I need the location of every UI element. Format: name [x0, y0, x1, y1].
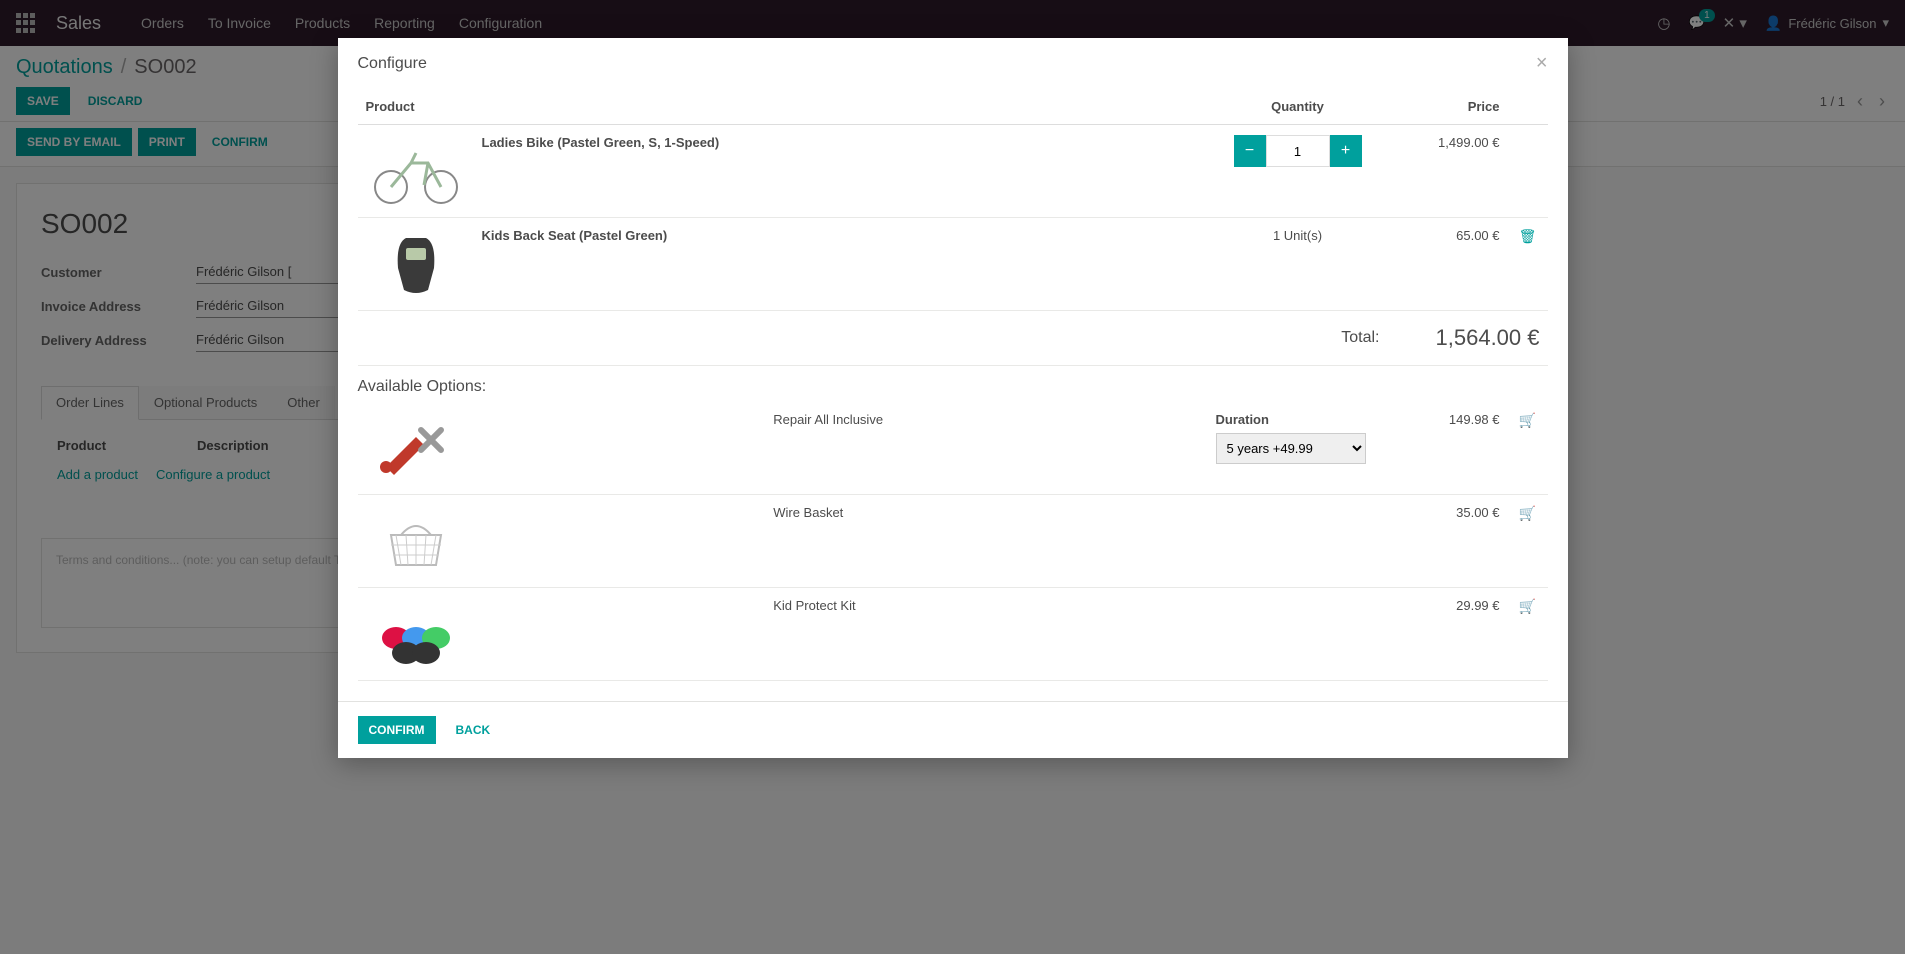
modal-title: Configure — [358, 55, 427, 73]
hdr-quantity: Quantity — [1208, 89, 1388, 125]
helmet-thumbnail — [366, 598, 466, 670]
option-name: Wire Basket — [773, 505, 1199, 520]
total-row: Total: 1,564.00 € — [358, 311, 1548, 366]
quantity-stepper: − + — [1234, 135, 1362, 167]
qty-minus-button[interactable]: − — [1234, 135, 1266, 167]
options-title: Available Options: — [358, 366, 1548, 402]
option-row: Wire Basket 35.00 € 🛒 — [358, 495, 1548, 588]
option-name: Kid Protect Kit — [773, 598, 1199, 613]
line-price: 1,499.00 € — [1388, 125, 1508, 218]
cart-icon[interactable]: 🛒 — [1519, 598, 1536, 614]
option-price: 29.99 € — [1388, 588, 1508, 681]
configure-modal: Configure × Product Quantity Price Ladie… — [338, 38, 1568, 758]
line-row: Kids Back Seat (Pastel Green) 1 Unit(s) … — [358, 218, 1548, 311]
line-price: 65.00 € — [1388, 218, 1508, 311]
cart-icon[interactable]: 🛒 — [1519, 505, 1536, 521]
trash-icon[interactable]: 🗑 — [1519, 228, 1537, 244]
total-label: Total: — [358, 311, 1388, 366]
qty-text: 1 Unit(s) — [1273, 228, 1322, 243]
line-name: Ladies Bike (Pastel Green, S, 1-Speed) — [482, 135, 1200, 150]
qty-plus-button[interactable]: + — [1330, 135, 1362, 167]
cart-icon[interactable]: 🛒 — [1519, 412, 1536, 428]
option-price: 35.00 € — [1388, 495, 1508, 588]
hdr-price: Price — [1388, 89, 1508, 125]
line-row: Ladies Bike (Pastel Green, S, 1-Speed) −… — [358, 125, 1548, 218]
modal-confirm-button[interactable]: CONFIRM — [358, 716, 436, 744]
bike-thumbnail — [366, 135, 466, 207]
option-name: Repair All Inclusive — [773, 412, 1199, 427]
seat-thumbnail — [366, 228, 466, 300]
line-name: Kids Back Seat (Pastel Green) — [482, 228, 1200, 243]
option-row: Kid Protect Kit 29.99 € 🛒 — [358, 588, 1548, 681]
repair-thumbnail — [366, 412, 466, 484]
hdr-product: Product — [358, 89, 1208, 125]
duration-select[interactable]: 5 years +49.99 — [1216, 433, 1366, 464]
qty-input[interactable] — [1266, 135, 1330, 167]
duration-label: Duration — [1216, 412, 1380, 427]
basket-thumbnail — [366, 505, 466, 577]
option-price: 149.98 € — [1388, 402, 1508, 495]
modal-back-button[interactable]: BACK — [446, 717, 501, 743]
total-value: 1,564.00 € — [1388, 311, 1548, 366]
option-row: Repair All Inclusive Duration 5 years +4… — [358, 402, 1548, 495]
close-icon[interactable]: × — [1536, 52, 1548, 75]
